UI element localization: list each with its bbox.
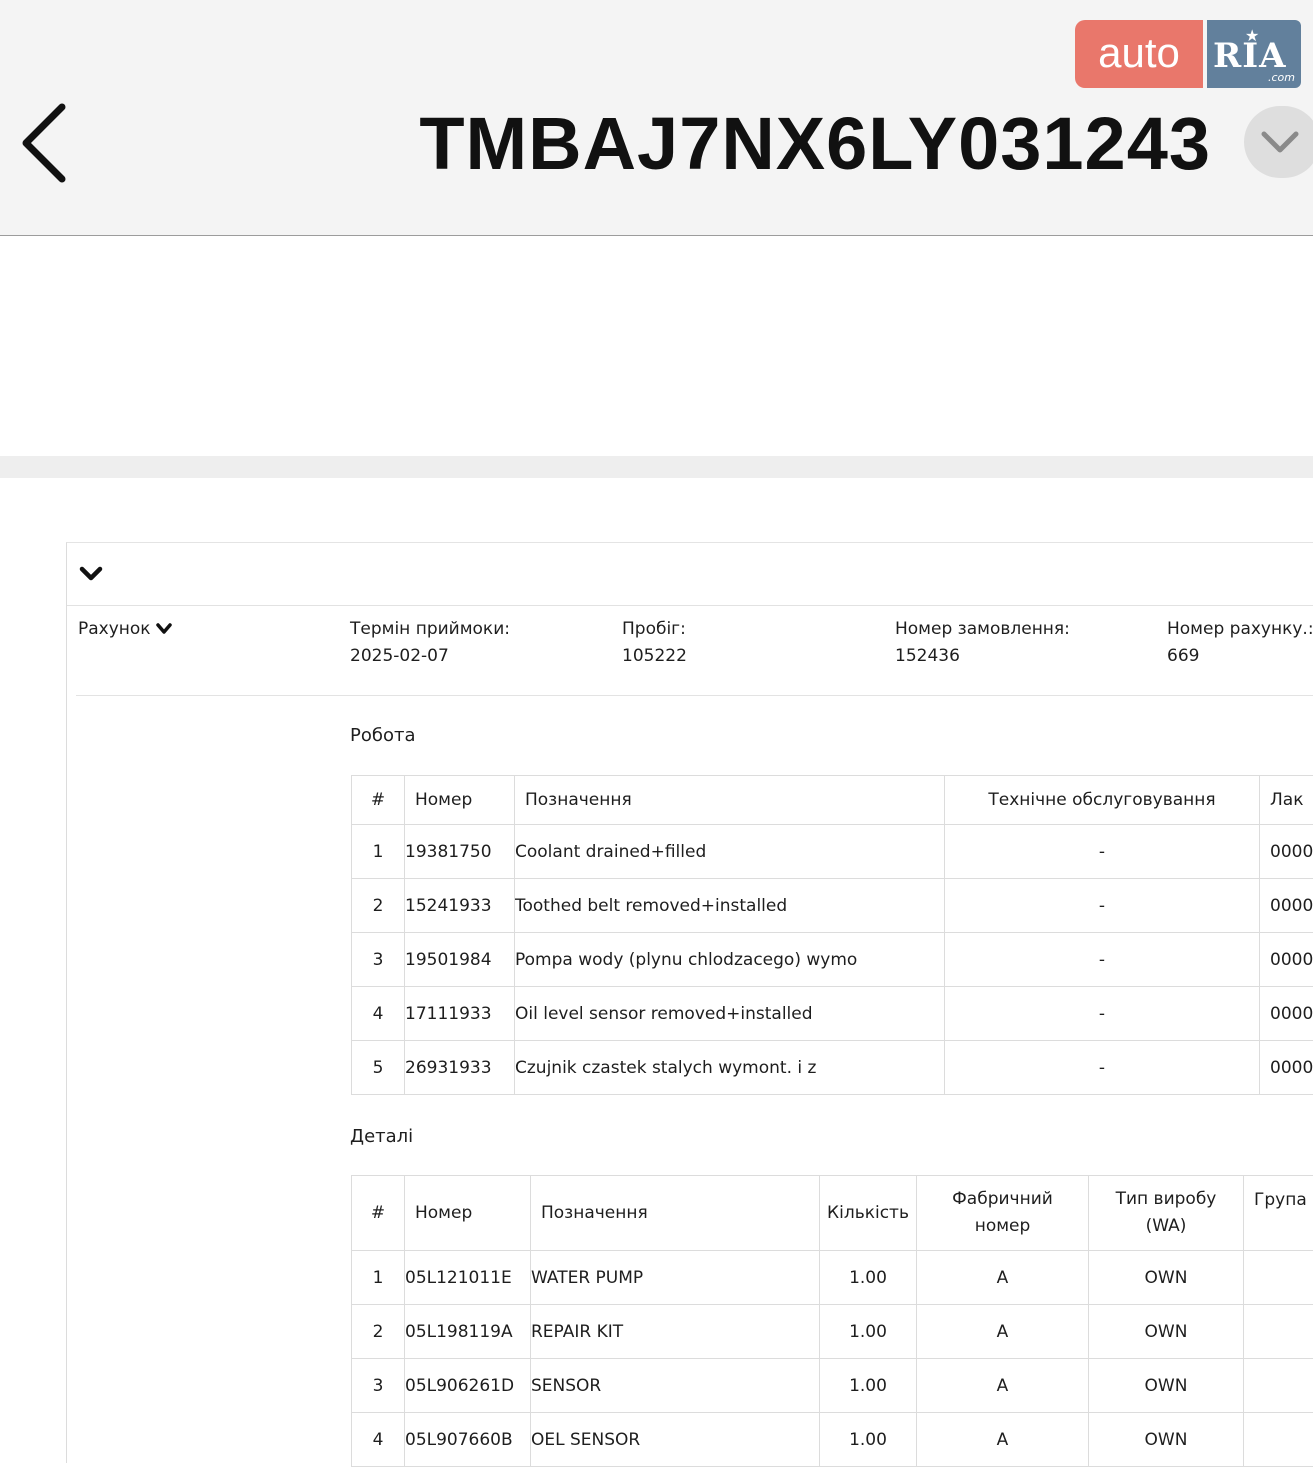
col-header-paint: Лак [1260, 776, 1313, 825]
row-designation: SENSOR [531, 1359, 820, 1413]
row-factory-number: A [917, 1251, 1089, 1305]
row-maintenance: - [945, 933, 1260, 987]
row-product-type: OWN [1089, 1251, 1244, 1305]
col-header-index: # [352, 1176, 405, 1251]
work-table: # Номер Позначення Технічне обслуговуван… [351, 775, 1313, 1095]
expand-button[interactable] [1244, 106, 1313, 178]
row-designation: Pompa wody (plynu chlodzacego) wymo [515, 933, 945, 987]
row-number: 26931933 [405, 1041, 515, 1095]
col-header-product-type: Тип виробу (WA) [1089, 1176, 1244, 1251]
row-designation: Toothed belt removed+installed [515, 879, 945, 933]
invoice-toggle-label: Рахунок [78, 619, 151, 639]
chevron-down-icon [1260, 128, 1300, 156]
row-maintenance: - [945, 825, 1260, 879]
col-header-designation: Позначення [515, 776, 945, 825]
logo-ria-text: RIA [1213, 36, 1287, 76]
intake-date-value: 2025-02-07 [350, 646, 449, 666]
col-header-number: Номер [405, 1176, 531, 1251]
row-maintenance: - [945, 1041, 1260, 1095]
row-quantity: 1.00 [820, 1359, 917, 1413]
logo-ria-part: ★ RIA .com [1207, 20, 1301, 88]
row-designation: Coolant drained+filled [515, 825, 945, 879]
row-index: 5 [352, 1041, 405, 1095]
table-row: 2 15241933 Toothed belt removed+installe… [352, 879, 1313, 933]
row-maintenance: - [945, 987, 1260, 1041]
row-number: 05L906261D [405, 1359, 531, 1413]
row-designation: Czujnik czastek stalych wymont. i z [515, 1041, 945, 1095]
parts-section-title: Деталі [350, 1126, 413, 1147]
col-header-maintenance: Технічне обслуговування [945, 776, 1260, 825]
invoice-number-label: Номер рахунку.: [1167, 619, 1313, 639]
chevron-left-icon [18, 102, 70, 184]
invoice-divider [76, 695, 1313, 696]
row-index: 3 [352, 933, 405, 987]
table-header-row: # Номер Позначення Технічне обслуговуван… [352, 776, 1313, 825]
table-row: 1 05L121011E WATER PUMP 1.00 A OWN [352, 1251, 1313, 1305]
row-number: 17111933 [405, 987, 515, 1041]
row-product-type: OWN [1089, 1305, 1244, 1359]
row-group [1244, 1305, 1313, 1359]
back-button[interactable] [18, 102, 70, 184]
row-paint: 0000 [1260, 879, 1313, 933]
row-paint: 0000 [1260, 933, 1313, 987]
table-row: 5 26931933 Czujnik czastek stalych wymon… [352, 1041, 1313, 1095]
table-row: 3 05L906261D SENSOR 1.00 A OWN [352, 1359, 1313, 1413]
top-bar: TMBAJ7NX6LY031243 auto ★ RIA .com [0, 0, 1313, 236]
row-group [1244, 1251, 1313, 1305]
table-row: 1 19381750 Coolant drained+filled - 0000 [352, 825, 1313, 879]
row-number: 15241933 [405, 879, 515, 933]
row-paint: 0000 [1260, 1041, 1313, 1095]
auto-ria-logo: auto ★ RIA .com [1075, 20, 1301, 88]
col-header-number: Номер [405, 776, 515, 825]
row-designation: WATER PUMP [531, 1251, 820, 1305]
mileage-label: Пробіг: [622, 619, 686, 639]
panel-collapse-toggle[interactable] [79, 565, 103, 583]
row-designation: REPAIR KIT [531, 1305, 820, 1359]
table-row: 3 19501984 Pompa wody (plynu chlodzacego… [352, 933, 1313, 987]
row-designation: Oil level sensor removed+installed [515, 987, 945, 1041]
col-header-quantity: Кількість [820, 1176, 917, 1251]
section-divider-band [0, 456, 1313, 478]
mileage-value: 105222 [622, 646, 687, 666]
row-number: 19381750 [405, 825, 515, 879]
row-product-type: OWN [1089, 1359, 1244, 1413]
order-number-value: 152436 [895, 646, 960, 666]
row-index: 4 [352, 987, 405, 1041]
col-header-group: Група [1244, 1176, 1313, 1251]
row-factory-number: A [917, 1359, 1089, 1413]
row-index: 1 [352, 825, 405, 879]
row-group [1244, 1359, 1313, 1413]
vin-title: TMBAJ7NX6LY031243 [419, 96, 1211, 192]
chevron-down-icon [79, 565, 103, 583]
row-quantity: 1.00 [820, 1251, 917, 1305]
row-paint: 0000 [1260, 987, 1313, 1041]
row-maintenance: - [945, 879, 1260, 933]
row-index: 2 [352, 879, 405, 933]
col-header-factory-number: Фабричний номер [917, 1176, 1089, 1251]
row-quantity: 1.00 [820, 1305, 917, 1359]
table-row: 2 05L198119A REPAIR KIT 1.00 A OWN [352, 1305, 1313, 1359]
row-paint: 0000 [1260, 825, 1313, 879]
table-row: 4 17111933 Oil level sensor removed+inst… [352, 987, 1313, 1041]
row-number: 05L198119A [405, 1305, 531, 1359]
parts-table: # Номер Позначення Кількість Фабричний н… [351, 1175, 1313, 1467]
col-header-designation: Позначення [531, 1176, 820, 1251]
logo-com-text: .com [1268, 71, 1295, 84]
chevron-down-icon [155, 622, 173, 636]
row-index: 3 [352, 1359, 405, 1413]
row-index: 2 [352, 1305, 405, 1359]
row-index: 1 [352, 1251, 405, 1305]
panel-header [67, 543, 1313, 606]
invoice-toggle[interactable]: Рахунок [78, 619, 173, 639]
work-section-title: Робота [350, 725, 416, 746]
logo-auto-part: auto [1075, 20, 1203, 88]
col-header-index: # [352, 776, 405, 825]
table-header-row: # Номер Позначення Кількість Фабричний н… [352, 1176, 1313, 1251]
row-number: 05L121011E [405, 1251, 531, 1305]
order-number-label: Номер замовлення: [895, 619, 1070, 639]
invoice-number-value: 669 [1167, 646, 1199, 666]
intake-date-label: Термін приймоки: [350, 619, 510, 639]
row-factory-number: A [917, 1305, 1089, 1359]
row-number: 19501984 [405, 933, 515, 987]
